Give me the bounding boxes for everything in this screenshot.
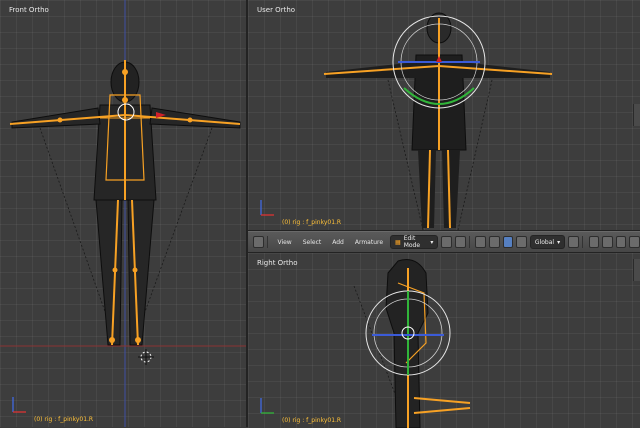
3d-cursor-icon — [138, 349, 154, 365]
editor-type-icon[interactable] — [253, 236, 264, 248]
chevron-down-icon: ▾ — [557, 239, 560, 246]
pivot-point-icon[interactable] — [455, 236, 466, 248]
axis-gizmo-icon — [10, 393, 30, 415]
snap-toggle-icon[interactable] — [589, 236, 600, 248]
shading-mode-icon[interactable] — [441, 236, 452, 248]
translate-icon[interactable] — [489, 236, 500, 248]
edit-mode-icon: ▦ — [395, 239, 401, 246]
right-scene — [248, 253, 640, 428]
front-scene — [0, 0, 246, 427]
right-ortho-viewport[interactable]: Right Ortho (0) rig : f_pinky01.R — [248, 252, 640, 428]
orientation-dropdown[interactable]: Global ▾ — [530, 235, 565, 249]
armature-bones — [324, 18, 552, 228]
mode-dropdown[interactable]: ▦ Edit Mode ▾ — [390, 235, 438, 249]
menu-add[interactable]: Add — [328, 236, 348, 249]
axis-gizmo-icon — [258, 196, 278, 218]
axis-gizmo-icon — [258, 394, 278, 416]
viewport-title: User Ortho — [257, 6, 295, 14]
layers-icon[interactable] — [568, 236, 579, 248]
viewport-edge-handle[interactable] — [633, 104, 640, 126]
menu-view[interactable]: View — [273, 236, 295, 249]
proportional-edit-icon[interactable] — [616, 236, 627, 248]
rotate-icon[interactable] — [503, 236, 514, 248]
viewport-title: Front Ortho — [9, 6, 49, 14]
front-ortho-viewport[interactable]: Front Ortho (0) rig : f_pinky01.R — [0, 0, 248, 427]
viewport-status: (0) rig : f_pinky01.R — [282, 417, 341, 424]
viewport-title: Right Ortho — [257, 259, 298, 267]
snap-element-icon[interactable] — [602, 236, 613, 248]
3d-view-header: View Select Add Armature ▦ Edit Mode ▾ G… — [248, 231, 640, 253]
manipulator-toggle-icon[interactable] — [475, 236, 486, 248]
user-scene — [248, 0, 640, 230]
render-preview-icon[interactable] — [629, 236, 640, 248]
user-ortho-viewport[interactable]: User Ortho (0) rig : f_pinky01.R — [248, 0, 640, 231]
viewport-status: (0) rig : f_pinky01.R — [282, 219, 341, 226]
menu-select[interactable]: Select — [299, 236, 326, 249]
mode-label: Edit Mode — [404, 235, 428, 249]
viewport-edge-handle[interactable] — [633, 259, 640, 281]
menu-armature[interactable]: Armature — [351, 236, 387, 249]
orientation-label: Global — [535, 239, 554, 246]
chevron-down-icon: ▾ — [430, 239, 433, 246]
scale-icon[interactable] — [516, 236, 527, 248]
viewport-status: (0) rig : f_pinky01.R — [34, 416, 93, 423]
